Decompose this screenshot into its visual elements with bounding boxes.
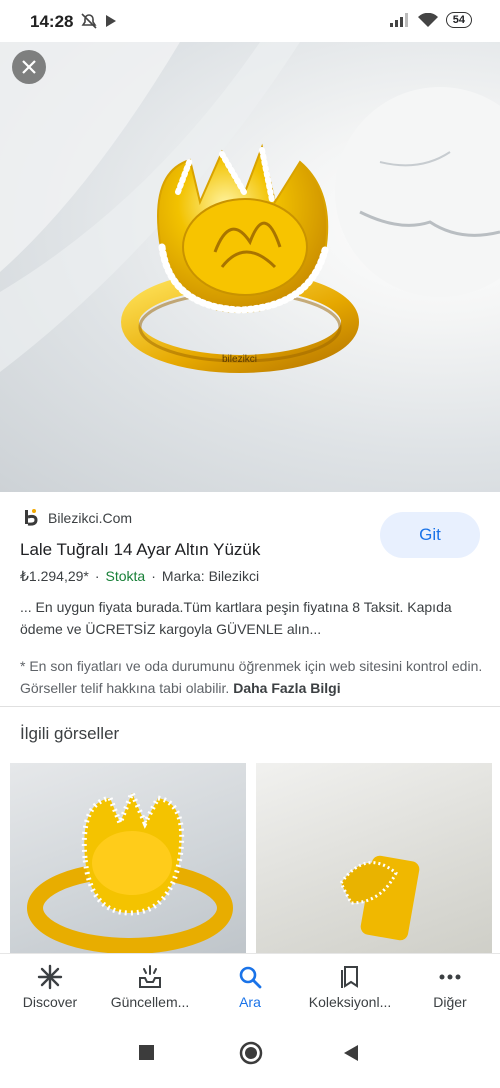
nav-updates[interactable]: Güncellem...	[100, 954, 200, 1024]
source-name: Bilezikci.Com	[48, 510, 133, 526]
result-title[interactable]: Lale Tuğralı 14 Ayar Altın Yüzük	[20, 540, 260, 560]
status-bar: 14:28 54	[0, 0, 500, 42]
notifications-muted-icon	[81, 13, 116, 29]
product-image[interactable]: bilezikci	[0, 42, 500, 492]
updates-icon	[139, 965, 161, 988]
divider	[0, 706, 500, 707]
close-button[interactable]	[12, 50, 46, 84]
meta-separator: ·	[94, 568, 100, 584]
site-favicon-icon	[25, 509, 38, 526]
status-time: 14:28	[30, 12, 74, 31]
search-icon	[239, 966, 262, 989]
asterisk-icon	[37, 964, 63, 990]
more-icon	[439, 974, 461, 980]
related-image[interactable]	[10, 763, 246, 953]
recent-apps-icon[interactable]	[139, 1045, 154, 1060]
nav-search[interactable]: Ara	[200, 954, 300, 1024]
disclaimer-note: * En son fiyatları ve oda durumunu öğren…	[20, 655, 490, 699]
nav-more[interactable]: Diğer	[400, 954, 500, 1024]
status-left-icons	[80, 12, 120, 35]
more-info-link[interactable]: Daha Fazla Bilgi	[233, 680, 340, 696]
battery-indicator: 54	[445, 12, 472, 28]
wifi-icon	[417, 12, 438, 27]
nav-label: Discover	[22, 994, 78, 1010]
related-image[interactable]	[256, 763, 492, 953]
status-right-icons: 54	[389, 12, 472, 28]
nav-collections[interactable]: Koleksiyonl...	[300, 954, 400, 1024]
engraving-text: bilezikci	[222, 354, 257, 365]
nav-label: Koleksiyonl...	[308, 994, 392, 1010]
result-description: ... En uygun fiyata burada.Tüm kartlara …	[20, 599, 452, 637]
result-meta: ₺1.294,29* · Stokta · Marka: Bilezikci	[20, 568, 259, 585]
system-navigation-bar	[0, 1023, 500, 1083]
brand: Marka: Bilezikci	[161, 568, 260, 584]
meta-separator: ·	[151, 568, 156, 584]
stock-status: Stokta	[105, 568, 146, 584]
related-images-title: İlgili görseller	[20, 724, 120, 743]
nav-label: Diğer	[433, 994, 467, 1010]
back-icon[interactable]	[344, 1045, 358, 1061]
price: ₺1.294,29*	[20, 568, 89, 584]
collections-icon	[341, 966, 358, 988]
source-row[interactable]: Bilezikci.Com	[20, 508, 132, 528]
nav-label: Güncellem...	[110, 994, 190, 1010]
nav-label: Ara	[239, 994, 261, 1010]
close-icon	[22, 60, 36, 74]
nav-discover[interactable]: Discover	[0, 954, 100, 1024]
bottom-navigation: Discover Güncellem... Ara Koleksiyonl...…	[0, 953, 500, 1024]
signal-icon	[389, 13, 408, 27]
go-button[interactable]: Git	[380, 512, 480, 558]
